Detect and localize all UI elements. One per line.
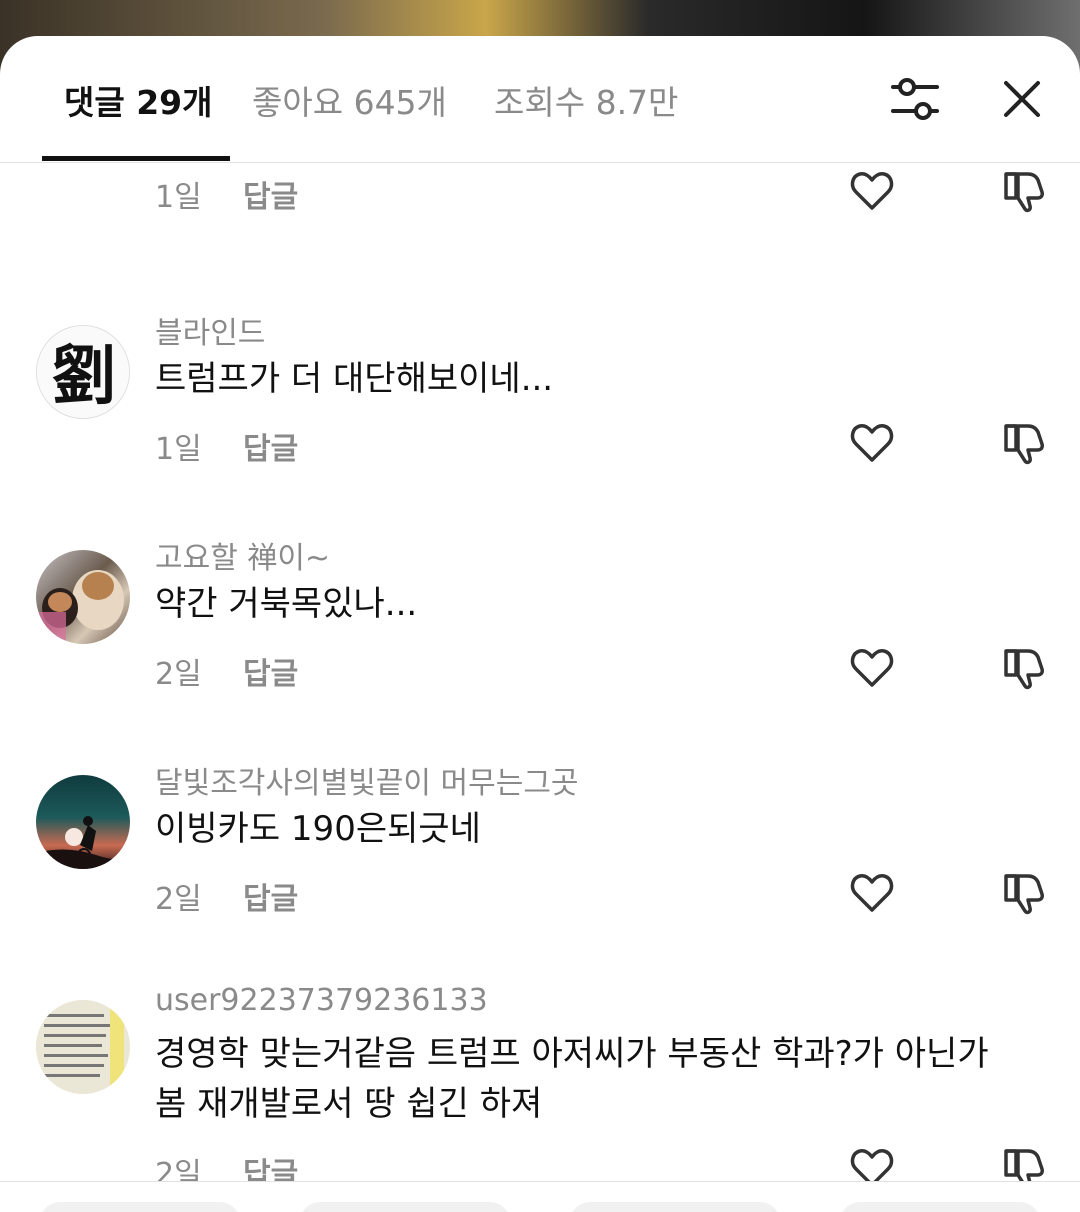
sheet-header: 댓글 29개 좋아요 645개 조회수 8.7만 xyxy=(0,36,1080,163)
comment-time: 2일 xyxy=(155,882,202,917)
avatar-image xyxy=(36,570,124,644)
reply-button[interactable]: 답글 xyxy=(243,874,298,918)
heart-icon[interactable] xyxy=(848,868,896,916)
comment-text: 경영학 맞는거같음 트럼프 아저씨가 부동산 학과?가 아닌가봄 재개발로서 땅… xyxy=(155,1034,989,1124)
heart-icon[interactable] xyxy=(848,1143,896,1182)
active-tab-indicator xyxy=(42,156,230,161)
thumbs-down-icon[interactable] xyxy=(1000,166,1048,214)
comment-username[interactable]: 블라인드 xyxy=(155,308,265,352)
comment-time: 2일 xyxy=(155,1157,202,1182)
reply-button[interactable]: 답글 xyxy=(243,1149,298,1182)
comment-meta: 2일 답글 xyxy=(0,866,1080,926)
close-button[interactable] xyxy=(992,69,1052,129)
tab-views[interactable]: 조회수 8.7만 xyxy=(494,76,678,124)
reply-button[interactable]: 답글 xyxy=(243,424,298,468)
comment-username[interactable]: 달빛조각사의별빛끝이 머무는그곳 xyxy=(155,758,579,802)
comment-username[interactable]: user92237379236133 xyxy=(155,983,488,1018)
filter-button[interactable] xyxy=(885,69,945,129)
close-icon xyxy=(1004,81,1040,117)
reply-button[interactable]: 답글 xyxy=(243,172,298,216)
tab-comments[interactable]: 댓글 29개 xyxy=(64,76,213,124)
comment-meta: 1일 답글 xyxy=(0,164,1080,224)
avatar[interactable] xyxy=(36,1000,130,1094)
tab-likes[interactable]: 좋아요 645개 xyxy=(252,76,447,124)
thumbs-down-icon[interactable] xyxy=(1000,1143,1048,1182)
avatar-image xyxy=(36,816,130,869)
avatar-image xyxy=(36,1000,130,1094)
comment-item: 달빛조각사의별빛끝이 머무는그곳 이빙카도 190은되긋네 2일 답글 xyxy=(0,758,1080,978)
quick-reply-chip[interactable] xyxy=(570,1202,780,1212)
comment-meta: 2일 답글 xyxy=(0,641,1080,701)
comment-time: 2일 xyxy=(155,657,202,692)
thumbs-down-icon[interactable] xyxy=(1000,643,1048,691)
comment-time: 1일 xyxy=(155,432,202,467)
reply-button[interactable]: 답글 xyxy=(243,649,298,693)
comment-username[interactable]: 고요할 禅이~ xyxy=(155,533,330,577)
heart-icon[interactable] xyxy=(848,418,896,466)
svg-text:劉: 劉 xyxy=(52,339,116,414)
comment-time: 1일 xyxy=(155,180,202,215)
comment-text: 이빙카도 190은되긋네 xyxy=(155,809,481,849)
heart-icon[interactable] xyxy=(848,166,896,214)
avatar-image: 劉 xyxy=(37,326,129,418)
comment-meta: 1일 답글 xyxy=(0,416,1080,476)
heart-icon[interactable] xyxy=(848,643,896,691)
comment-item: user92237379236133 경영학 맞는거같음 트럼프 아저씨가 부동… xyxy=(0,983,1080,1182)
comment-list[interactable]: 1일 답글 劉 블라인드 트럼프가 더 대단해보이네... 1일 답글 고요할 … xyxy=(0,162,1080,1182)
sliders-icon xyxy=(891,78,939,120)
quick-reply-bar xyxy=(0,1181,1080,1212)
quick-reply-chip[interactable] xyxy=(840,1202,1040,1212)
thumbs-down-icon[interactable] xyxy=(1000,868,1048,916)
comment-meta: 2일 답글 xyxy=(0,1141,1080,1182)
comment-text: 트럼프가 더 대단해보이네... xyxy=(155,359,554,399)
avatar[interactable]: 劉 xyxy=(36,325,130,419)
comment-item: 劉 블라인드 트럼프가 더 대단해보이네... 1일 답글 xyxy=(0,308,1080,528)
quick-reply-chip[interactable] xyxy=(300,1202,510,1212)
comments-sheet: 댓글 29개 좋아요 645개 조회수 8.7만 1일 답글 劉 블라인드 트럼… xyxy=(0,36,1080,1212)
comment-item: 고요할 禅이~ 약간 거북목있나... 2일 답글 xyxy=(0,533,1080,753)
quick-reply-chip[interactable] xyxy=(40,1202,240,1212)
comment-text: 약간 거북목있나... xyxy=(155,584,418,624)
avatar[interactable] xyxy=(36,550,130,644)
thumbs-down-icon[interactable] xyxy=(1000,418,1048,466)
avatar[interactable] xyxy=(36,775,130,869)
